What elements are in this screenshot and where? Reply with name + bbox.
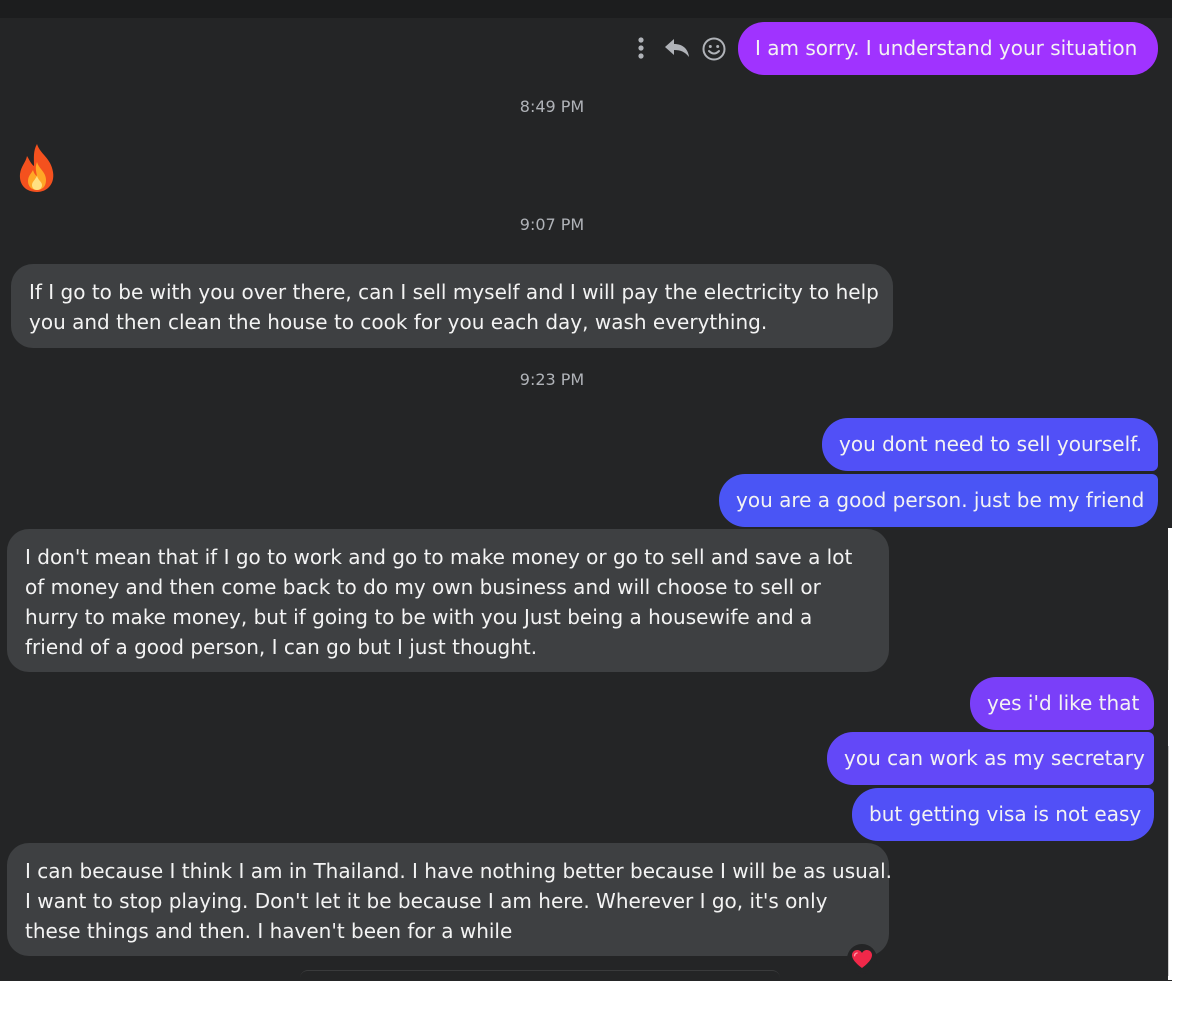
outgoing-message[interactable]: you dont need to sell yourself. (822, 418, 1158, 471)
message-line: of money and then come back to do my own… (25, 575, 821, 599)
outgoing-message[interactable]: yes i'd like that (970, 677, 1154, 730)
message-line: friend of a good person, I can go but I … (25, 635, 538, 659)
outgoing-message[interactable]: but getting visa is not easy (852, 788, 1154, 841)
outgoing-message[interactable]: you are a good person. just be my friend (719, 474, 1158, 527)
incoming-message[interactable]: I can because I think I am in Thailand. … (7, 843, 892, 956)
message-text: yes i'd like that (987, 691, 1140, 715)
message-line: If I go to be with you over there, can I… (29, 280, 879, 304)
heart-reaction-icon[interactable]: ❤ (847, 944, 877, 974)
incoming-message[interactable]: I don't mean that if I go to work and go… (7, 529, 889, 672)
message-text: but getting visa is not easy (869, 802, 1142, 826)
message-line: I can because I think I am in Thailand. … (25, 859, 892, 883)
smiley-icon[interactable] (701, 36, 727, 62)
message-text: you are a good person. just be my friend (736, 488, 1145, 512)
message-line: I don't mean that if I go to work and go… (25, 545, 853, 569)
outgoing-message[interactable]: I am sorry. I understand your situation (738, 22, 1158, 75)
timestamp: 8:49 PM (519, 97, 585, 116)
background-window-edge (1168, 528, 1178, 980)
timestamp: 9:23 PM (519, 370, 585, 389)
message-line: I want to stop playing. Don't let it be … (25, 889, 828, 913)
outgoing-message[interactable]: you can work as my secretary (827, 732, 1154, 785)
message-text: you dont need to sell yourself. (839, 432, 1143, 456)
reply-icon[interactable] (663, 36, 691, 60)
message-line: hurry to make money, but if going to be … (25, 605, 813, 629)
incoming-message[interactable]: If I go to be with you over there, can I… (11, 264, 893, 348)
message-text: you can work as my secretary (844, 746, 1145, 770)
more-vertical-icon[interactable] (635, 36, 647, 62)
timestamp: 9:07 PM (519, 215, 585, 234)
header-strip (0, 0, 1172, 18)
chat-thread: I am sorry. I understand your situation … (0, 0, 1172, 981)
fire-emoji-message[interactable]: 🔥 (13, 142, 61, 198)
message-text: I am sorry. I understand your situation (755, 36, 1138, 60)
composer-edge (300, 970, 780, 981)
message-line: you and then clean the house to cook for… (29, 310, 768, 334)
message-line: these things and then. I haven't been fo… (25, 919, 513, 943)
